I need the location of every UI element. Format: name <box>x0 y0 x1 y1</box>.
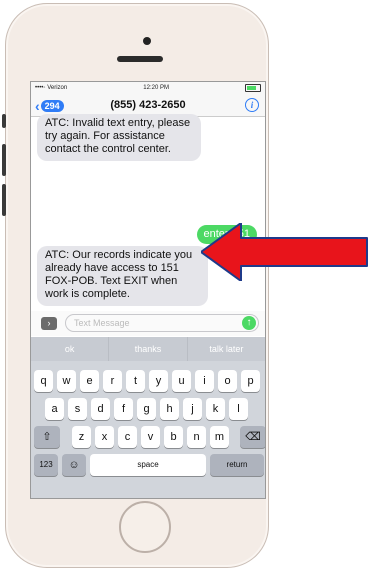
prediction-option[interactable]: thanks <box>109 337 188 361</box>
home-button[interactable] <box>119 501 171 553</box>
predictive-bar: ok thanks talk later <box>31 337 265 361</box>
key-s[interactable]: s <box>68 398 87 420</box>
key-v[interactable]: v <box>141 426 160 448</box>
keyboard-row-4: 123 ☺ space return <box>34 454 264 476</box>
key-g[interactable]: g <box>137 398 156 420</box>
backspace-key[interactable]: ⌫ <box>240 426 265 448</box>
compose-bar: › Text Message ↑ <box>31 311 265 336</box>
key-j[interactable]: j <box>183 398 202 420</box>
key-x[interactable]: x <box>95 426 114 448</box>
key-l[interactable]: l <box>229 398 248 420</box>
key-r[interactable]: r <box>103 370 122 392</box>
phone-screen: ••••◦ Verizon 12:20 PM ‹ 294 (855) 423-2… <box>30 81 266 499</box>
key-u[interactable]: u <box>172 370 191 392</box>
received-message-bubble: ATC: Our records indicate you already ha… <box>37 246 208 306</box>
mute-switch <box>2 114 6 128</box>
key-h[interactable]: h <box>160 398 179 420</box>
key-t[interactable]: t <box>126 370 145 392</box>
carrier-label: ••••◦ Verizon <box>35 85 68 91</box>
numbers-key[interactable]: 123 <box>34 454 58 476</box>
keyboard-row-1: q w e r t y u i o p <box>34 370 260 392</box>
battery-icon <box>245 84 261 92</box>
prediction-option[interactable]: talk later <box>188 337 265 361</box>
key-i[interactable]: i <box>195 370 214 392</box>
key-p[interactable]: p <box>241 370 260 392</box>
key-n[interactable]: n <box>187 426 206 448</box>
key-y[interactable]: y <box>149 370 168 392</box>
emoji-key[interactable]: ☺ <box>62 454 86 476</box>
shift-key[interactable]: ⇧ <box>34 426 60 448</box>
keyboard-row-2: a s d f g h j k l <box>45 398 248 420</box>
key-w[interactable]: w <box>57 370 76 392</box>
status-bar: ••••◦ Verizon 12:20 PM <box>31 82 265 94</box>
send-arrow-icon[interactable]: ↑ <box>242 316 256 330</box>
prediction-option[interactable]: ok <box>31 337 110 361</box>
key-z[interactable]: z <box>72 426 91 448</box>
key-c[interactable]: c <box>118 426 137 448</box>
key-a[interactable]: a <box>45 398 64 420</box>
apps-drawer-button[interactable]: › <box>41 317 57 330</box>
key-d[interactable]: d <box>91 398 110 420</box>
key-q[interactable]: q <box>34 370 53 392</box>
key-k[interactable]: k <box>206 398 225 420</box>
clock: 12:20 PM <box>143 85 169 91</box>
key-e[interactable]: e <box>80 370 99 392</box>
key-f[interactable]: f <box>114 398 133 420</box>
volume-down-button <box>2 184 6 216</box>
keyboard: ok thanks talk later q w e r t y u i o p… <box>31 337 265 498</box>
contact-number[interactable]: (855) 423-2650 <box>31 99 265 111</box>
earpiece-speaker <box>117 56 163 62</box>
phone-frame: ••••◦ Verizon 12:20 PM ‹ 294 (855) 423-2… <box>2 3 269 568</box>
key-m[interactable]: m <box>210 426 229 448</box>
key-o[interactable]: o <box>218 370 237 392</box>
received-message-bubble: ATC: Invalid text entry, please try agai… <box>37 114 201 161</box>
volume-up-button <box>2 144 6 176</box>
return-key[interactable]: return <box>210 454 264 476</box>
message-input[interactable]: Text Message ↑ <box>65 314 259 332</box>
message-list: ATC: Invalid text entry, please try agai… <box>31 114 265 312</box>
key-b[interactable]: b <box>164 426 183 448</box>
message-input-placeholder: Text Message <box>74 318 130 328</box>
info-icon[interactable]: i <box>245 98 259 112</box>
keyboard-row-3: ⇧ z x c v b n m ⌫ <box>34 426 265 448</box>
space-key[interactable]: space <box>90 454 206 476</box>
front-camera <box>143 37 151 45</box>
red-pointer-arrow-icon <box>201 223 368 281</box>
